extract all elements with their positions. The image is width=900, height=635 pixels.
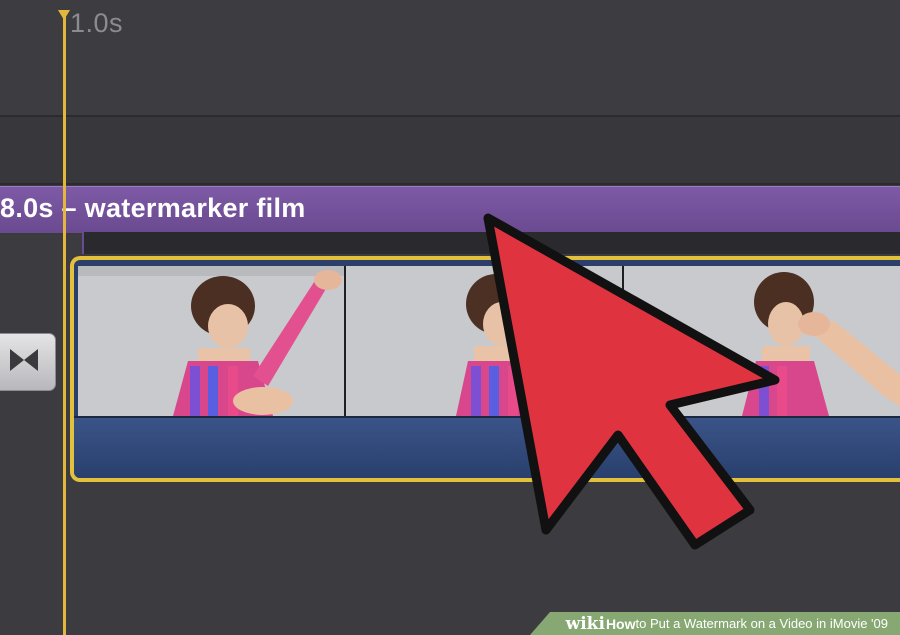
- watermark-banner: wiki How to Put a Watermark on a Video i…: [530, 612, 900, 635]
- title-clip-label: 8.0s – watermarker film: [0, 193, 306, 223]
- ruler-lane: [0, 0, 900, 115]
- watermark-brand: wiki: [565, 613, 605, 634]
- empty-lane: [0, 117, 900, 183]
- playhead-handle[interactable]: [58, 10, 70, 20]
- watermark-title: to Put a Watermark on a Video in iMovie …: [635, 616, 889, 631]
- transition-button[interactable]: [0, 333, 56, 391]
- clip-frame: [78, 266, 346, 416]
- lane-divider: [0, 183, 900, 185]
- arrow-cursor-icon: [470, 200, 790, 565]
- watermark-how: How: [605, 615, 636, 632]
- bowtie-transition-icon: [7, 346, 41, 379]
- time-ruler-label: 1.0s: [70, 8, 124, 38]
- playhead[interactable]: [63, 14, 66, 635]
